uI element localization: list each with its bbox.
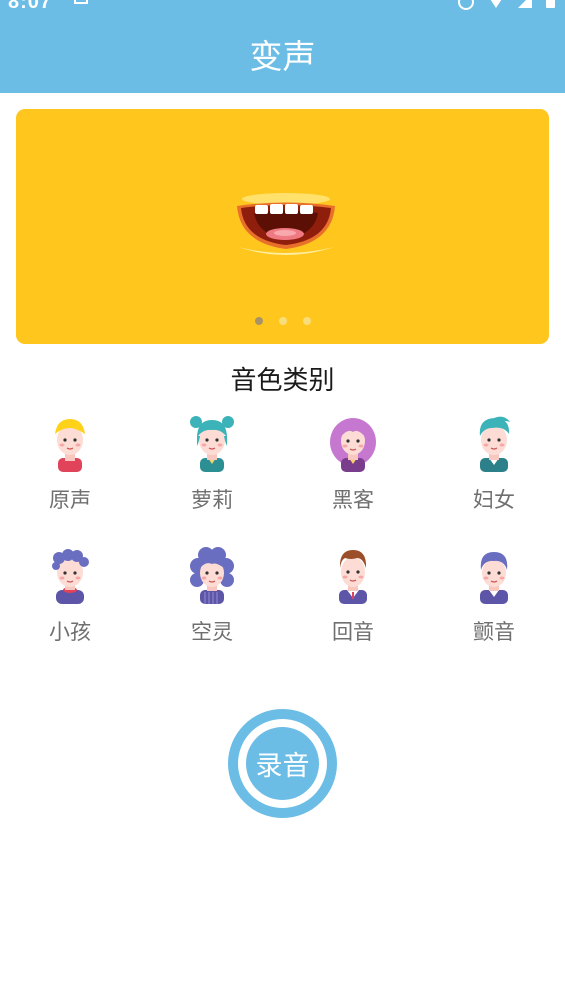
woman-purple-hair-avatar xyxy=(330,418,376,472)
woman-blue-curls-avatar xyxy=(190,547,234,604)
sd-card-icon xyxy=(74,0,88,4)
voice-label: 空灵 xyxy=(191,620,233,644)
mouth-illustration xyxy=(237,193,335,255)
voice-item-ethereal[interactable]: 空灵 xyxy=(152,544,272,646)
voice-item-vibrato[interactable]: 颤音 xyxy=(434,544,554,646)
record-button[interactable]: 录音 xyxy=(228,709,337,818)
voice-label: 萝莉 xyxy=(191,488,233,512)
voice-item-loli[interactable]: 萝莉 xyxy=(152,412,272,514)
man-brown-hair-avatar xyxy=(339,550,367,604)
alarm-icon xyxy=(458,0,474,10)
status-time: 8:07 xyxy=(8,0,53,13)
girl-teal-buns-avatar xyxy=(190,416,234,472)
voice-label: 黑客 xyxy=(332,488,374,512)
status-icons xyxy=(458,0,555,10)
voice-label: 回音 xyxy=(332,620,374,644)
voice-item-hacker[interactable]: 黑客 xyxy=(293,412,413,514)
voice-item-original[interactable]: 原声 xyxy=(10,412,130,514)
banner-carousel[interactable] xyxy=(16,109,549,344)
voice-label: 小孩 xyxy=(49,620,91,644)
signal-icon xyxy=(518,0,532,8)
record-button-label: 录音 xyxy=(246,727,319,800)
page-title: 变声 xyxy=(249,36,316,76)
voice-item-woman[interactable]: 妇女 xyxy=(434,412,554,514)
teal-hair-avatar xyxy=(479,416,510,472)
voice-item-echo[interactable]: 回音 xyxy=(293,544,413,646)
app-bar: 变声 xyxy=(0,20,565,93)
status-bar: 8:07 xyxy=(0,0,565,20)
voice-label: 颤音 xyxy=(473,620,515,644)
boy-yellow-hair-avatar xyxy=(55,419,85,472)
carousel-dot[interactable] xyxy=(254,317,263,325)
carousel-indicators xyxy=(16,317,549,325)
man-blue-hair-avatar xyxy=(480,552,508,604)
section-title: 音色类别 xyxy=(230,366,335,396)
voice-label: 原声 xyxy=(49,488,91,512)
voice-item-child[interactable]: 小孩 xyxy=(10,544,130,646)
child-blue-curls-avatar xyxy=(52,549,89,604)
voice-label: 妇女 xyxy=(473,488,515,512)
battery-icon xyxy=(546,0,555,8)
carousel-dot[interactable] xyxy=(278,317,287,325)
wifi-icon xyxy=(488,0,504,8)
carousel-dot[interactable] xyxy=(302,317,311,325)
